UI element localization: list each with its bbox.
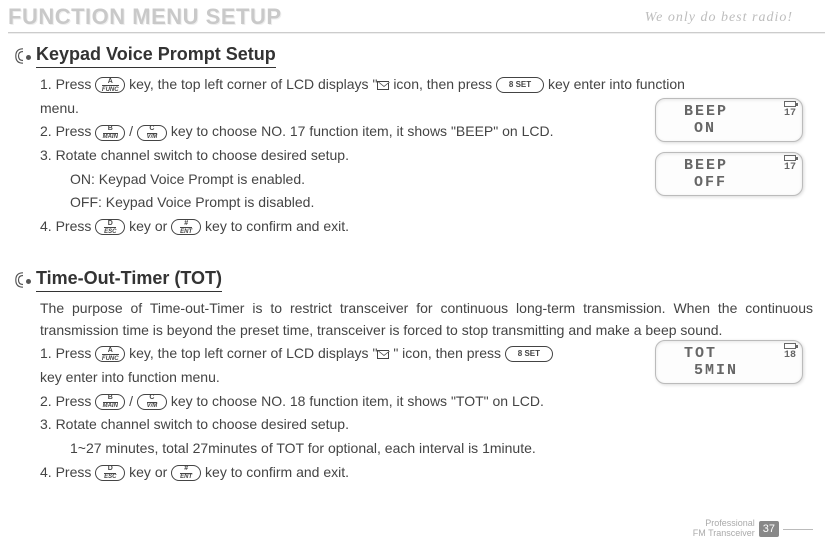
lcd-beep-on: 17 BEEP ON bbox=[655, 98, 803, 142]
key-c-vm: CV/M bbox=[137, 394, 167, 410]
lcd-tot: 18 TOT 5MIN bbox=[655, 340, 803, 384]
step-text: 3. Rotate channel switch to choose desir… bbox=[40, 414, 813, 436]
lcd-line: OFF bbox=[664, 174, 794, 191]
page-number: 37 bbox=[759, 521, 779, 537]
lcd-num: 18 bbox=[784, 350, 796, 361]
footer: Professional FM Transceiver 37 bbox=[693, 519, 813, 539]
step-text: 1. Press AFUNC key, the top left corner … bbox=[40, 74, 813, 96]
lcd-line: TOT bbox=[664, 345, 794, 362]
key-a-func: AFUNC bbox=[95, 346, 125, 362]
key-a-func: AFUNC bbox=[95, 77, 125, 93]
key-b-main: BMAIN bbox=[95, 125, 125, 141]
key-hash-ent: #ENT bbox=[171, 465, 201, 481]
bullet-icon bbox=[26, 55, 31, 60]
key-d-esc: DESC bbox=[95, 465, 125, 481]
key-b-main: BMAIN bbox=[95, 394, 125, 410]
key-8-set: 8 SET bbox=[496, 77, 544, 93]
key-8-set: 8 SET bbox=[505, 346, 553, 362]
key-hash-ent: #ENT bbox=[171, 219, 201, 235]
step-text: 4. Press DESC key or #ENT key to confirm… bbox=[40, 462, 813, 484]
bullet-icon bbox=[26, 279, 31, 284]
lcd-line: BEEP bbox=[664, 103, 794, 120]
lcd-line: BEEP bbox=[664, 157, 794, 174]
key-c-vm: CV/M bbox=[137, 125, 167, 141]
lcd-line: ON bbox=[664, 120, 794, 137]
divider bbox=[8, 32, 825, 34]
key-d-esc: DESC bbox=[95, 219, 125, 235]
section-title: Keypad Voice Prompt Setup bbox=[36, 44, 276, 68]
step-text: 1~27 minutes, total 27minutes of TOT for… bbox=[70, 438, 813, 460]
lcd-num: 17 bbox=[784, 108, 796, 119]
envelope-icon bbox=[377, 350, 389, 359]
section-title: Time-Out-Timer (TOT) bbox=[36, 268, 222, 292]
step-text: 2. Press BMAIN / CV/M key to choose NO. … bbox=[40, 391, 813, 413]
lcd-line: 5MIN bbox=[664, 362, 794, 379]
lcd-num: 17 bbox=[784, 162, 796, 173]
envelope-icon bbox=[377, 81, 389, 90]
tagline: We only do best radio! bbox=[645, 10, 793, 26]
step-text: 4. Press DESC key or #ENT key to confirm… bbox=[40, 216, 813, 238]
footer-rule bbox=[783, 529, 813, 530]
intro-text: The purpose of Time-out-Timer is to rest… bbox=[40, 298, 813, 341]
footer-line2: FM Transceiver bbox=[693, 529, 755, 539]
lcd-beep-off: 17 BEEP OFF bbox=[655, 152, 803, 196]
